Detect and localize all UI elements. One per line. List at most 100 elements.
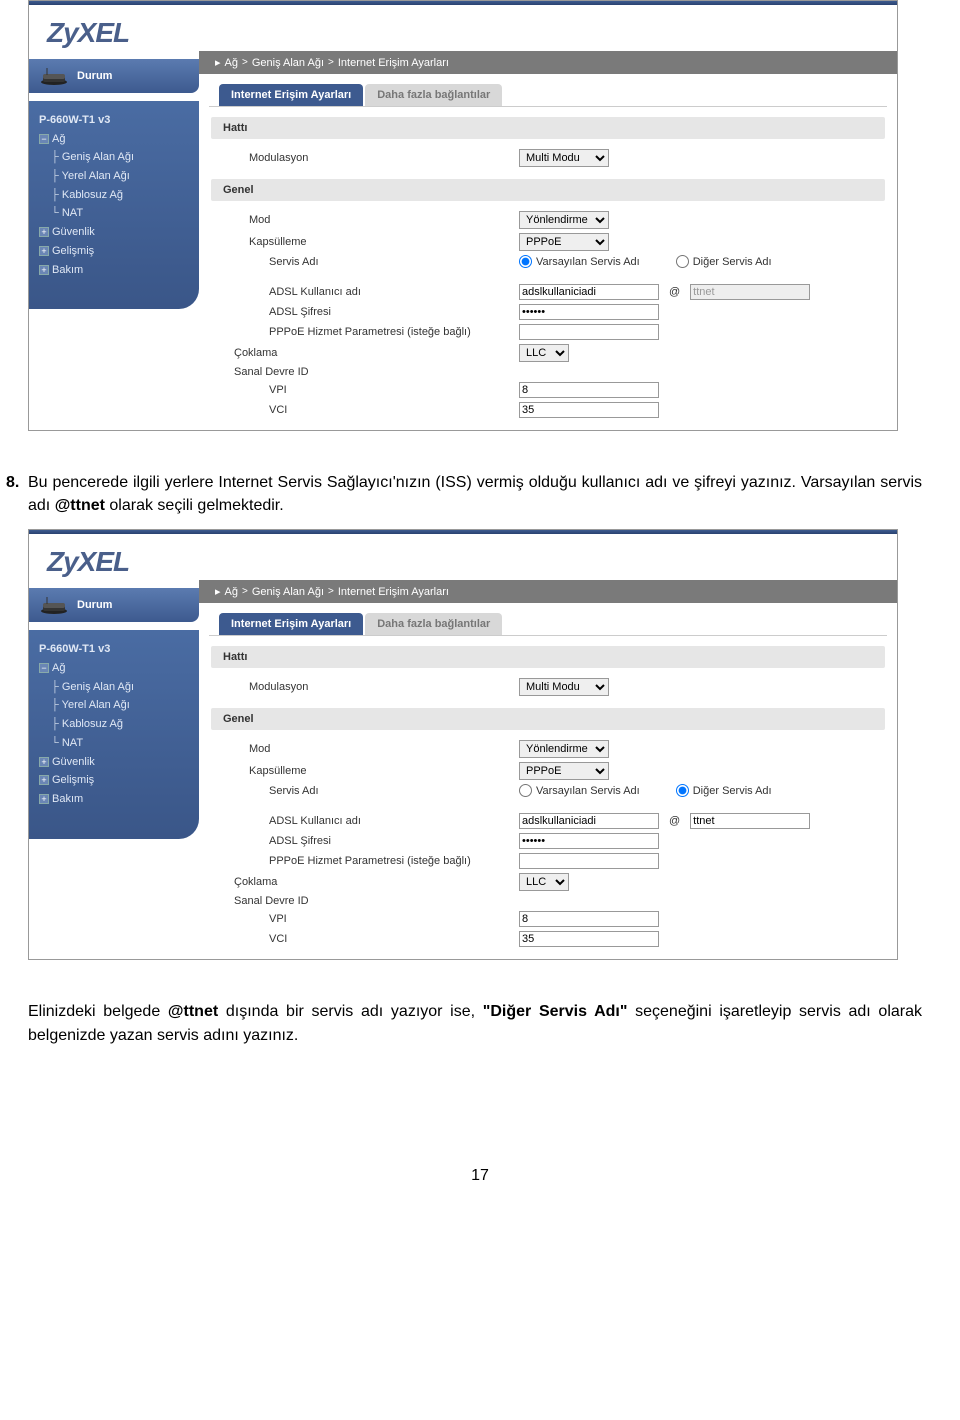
- modulation-label: Modulasyon: [249, 152, 519, 164]
- nav-kablosuz[interactable]: ├ Kablosuz Ağ: [51, 186, 193, 205]
- modulation-select[interactable]: Multi Modu: [519, 678, 609, 696]
- modulation-label: Modulasyon: [249, 681, 519, 693]
- nav-model: P-660W-T1 v3: [39, 640, 193, 659]
- router-icon: ▸: [215, 56, 221, 69]
- tab-internet-access[interactable]: Internet Erişim Ayarları: [219, 613, 363, 635]
- nav-yerel-alan[interactable]: ├ Yerel Alan Ağı: [51, 167, 193, 186]
- logo: ZyXEL: [47, 546, 129, 580]
- adsl-user-label: ADSL Kullanıcı adı: [269, 286, 519, 298]
- virtual-circuit-label: Sanal Devre ID: [234, 895, 504, 907]
- nav-kablosuz[interactable]: ├ Kablosuz Ağ: [51, 715, 193, 734]
- default-service-radio[interactable]: [519, 784, 532, 797]
- vci-input[interactable]: [519, 931, 659, 947]
- nav-model: P-660W-T1 v3: [39, 111, 193, 130]
- encapsulation-select[interactable]: PPPoE: [519, 762, 609, 780]
- adsl-pass-label: ADSL Şifresi: [269, 306, 519, 318]
- header: ZyXEL: [29, 530, 897, 580]
- adsl-pass-input[interactable]: [519, 304, 659, 320]
- nav-bakim[interactable]: Bakım: [52, 264, 83, 276]
- vpi-label: VPI: [269, 913, 519, 925]
- vci-label: VCI: [269, 933, 519, 945]
- status-label: Durum: [77, 70, 112, 82]
- nav-gelismis[interactable]: Gelişmiş: [52, 774, 94, 786]
- tab-more-connections[interactable]: Daha fazla bağlantılar: [365, 613, 502, 635]
- tab-internet-access[interactable]: Internet Erişim Ayarları: [219, 84, 363, 106]
- router-icon: ▸: [215, 585, 221, 598]
- adsl-pass-label: ADSL Şifresi: [269, 835, 519, 847]
- tab-more-connections[interactable]: Daha fazla bağlantılar: [365, 84, 502, 106]
- section-genel: Genel: [211, 708, 885, 730]
- config-screenshot-1: ZyXEL Durum P-660W-T1 v3 −Ağ ├ Geniş Ala…: [28, 0, 898, 431]
- adsl-user-input[interactable]: [519, 284, 659, 300]
- encapsulation-select[interactable]: PPPoE: [519, 233, 609, 251]
- nav-nat[interactable]: └ NAT: [51, 734, 193, 753]
- nav-yerel-alan[interactable]: ├ Yerel Alan Ağı: [51, 696, 193, 715]
- adsl-user-label: ADSL Kullanıcı adı: [269, 815, 519, 827]
- status-button[interactable]: Durum: [29, 59, 199, 93]
- pppoe-param-label: PPPoE Hizmet Parametresi (isteğe bağlı): [269, 326, 519, 338]
- encapsulation-label: Kapsülleme: [249, 236, 519, 248]
- expand-icon[interactable]: +: [39, 757, 49, 767]
- logo: ZyXEL: [47, 17, 129, 51]
- mode-select[interactable]: Yönlendirme: [519, 740, 609, 758]
- collapse-icon[interactable]: −: [39, 134, 49, 144]
- section-hatti: Hattı: [211, 646, 885, 668]
- nav-tree: P-660W-T1 v3 −Ağ ├ Geniş Alan Ağı ├ Yere…: [29, 630, 199, 838]
- nav-nat[interactable]: └ NAT: [51, 204, 193, 223]
- page-number: 17: [0, 1167, 960, 1185]
- mode-label: Mod: [249, 214, 519, 226]
- service-name-label: Servis Adı: [269, 256, 519, 268]
- nav-genis-alan[interactable]: ├ Geniş Alan Ağı: [51, 148, 193, 167]
- pppoe-param-input[interactable]: [519, 853, 659, 869]
- domain-input[interactable]: [690, 813, 810, 829]
- adsl-user-input[interactable]: [519, 813, 659, 829]
- vpi-label: VPI: [269, 384, 519, 396]
- encapsulation-label: Kapsülleme: [249, 765, 519, 777]
- instruction-8: 8. Bu pencerede ilgili yerlere Internet …: [0, 451, 960, 517]
- expand-icon[interactable]: +: [39, 265, 49, 275]
- section-genel: Genel: [211, 179, 885, 201]
- adsl-pass-input[interactable]: [519, 833, 659, 849]
- modem-icon: [37, 65, 71, 87]
- nav-ag[interactable]: Ağ: [52, 133, 65, 145]
- nav-guvenlik[interactable]: Güvenlik: [52, 756, 95, 768]
- multiplex-select[interactable]: LLC: [519, 344, 569, 362]
- expand-icon[interactable]: +: [39, 775, 49, 785]
- mode-select[interactable]: Yönlendirme: [519, 211, 609, 229]
- pppoe-param-input[interactable]: [519, 324, 659, 340]
- status-button[interactable]: Durum: [29, 588, 199, 622]
- multiplex-label: Çoklama: [234, 876, 519, 888]
- sidebar: Durum P-660W-T1 v3 −Ağ ├ Geniş Alan Ağı …: [29, 580, 199, 959]
- breadcrumb: ▸ Ağ > Geniş Alan Ağı > Internet Erişim …: [199, 580, 897, 603]
- nav-tree: P-660W-T1 v3 −Ağ ├ Geniş Alan Ağı ├ Yere…: [29, 101, 199, 309]
- default-service-radio[interactable]: [519, 255, 532, 268]
- multiplex-select[interactable]: LLC: [519, 873, 569, 891]
- nav-guvenlik[interactable]: Güvenlik: [52, 226, 95, 238]
- tab-row: Internet Erişim Ayarları Daha fazla bağl…: [209, 603, 887, 636]
- expand-icon[interactable]: +: [39, 794, 49, 804]
- nav-bakim[interactable]: Bakım: [52, 793, 83, 805]
- header: ZyXEL: [29, 1, 897, 51]
- vpi-input[interactable]: [519, 911, 659, 927]
- other-service-radio[interactable]: [676, 784, 689, 797]
- expand-icon[interactable]: +: [39, 227, 49, 237]
- collapse-icon[interactable]: −: [39, 663, 49, 673]
- modulation-select[interactable]: Multi Modu: [519, 149, 609, 167]
- nav-ag[interactable]: Ağ: [52, 662, 65, 674]
- other-service-radio[interactable]: [676, 255, 689, 268]
- nav-gelismis[interactable]: Gelişmiş: [52, 245, 94, 257]
- sidebar: Durum P-660W-T1 v3 −Ağ ├ Geniş Alan Ağı …: [29, 51, 199, 430]
- config-screenshot-2: ZyXEL Durum P-660W-T1 v3 −Ağ ├ Geniş Ala…: [28, 529, 898, 960]
- multiplex-label: Çoklama: [234, 347, 519, 359]
- vpi-input[interactable]: [519, 382, 659, 398]
- mode-label: Mod: [249, 743, 519, 755]
- vci-label: VCI: [269, 404, 519, 416]
- modem-icon: [37, 594, 71, 616]
- nav-genis-alan[interactable]: ├ Geniş Alan Ağı: [51, 678, 193, 697]
- section-hatti: Hattı: [211, 117, 885, 139]
- virtual-circuit-label: Sanal Devre ID: [234, 366, 504, 378]
- tab-row: Internet Erişim Ayarları Daha fazla bağl…: [209, 74, 887, 107]
- domain-input: [690, 284, 810, 300]
- expand-icon[interactable]: +: [39, 246, 49, 256]
- vci-input[interactable]: [519, 402, 659, 418]
